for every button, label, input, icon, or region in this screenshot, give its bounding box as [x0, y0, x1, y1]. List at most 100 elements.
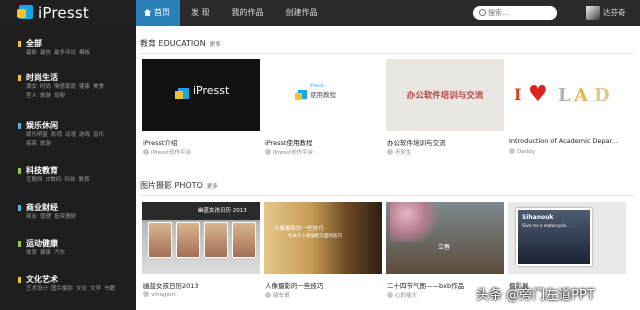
divider: [140, 53, 634, 54]
sidebar-subcategory-link[interactable]: 最多评论: [54, 50, 76, 56]
logo[interactable]: iPresst: [0, 0, 136, 26]
sidebar-category-title[interactable]: 文化艺术: [18, 275, 118, 285]
sidebar-subcategory-link[interactable]: 科技: [65, 177, 76, 183]
sidebar-subcategory-link[interactable]: 游戏: [79, 132, 90, 138]
card-thumbnail[interactable]: 人像摄影的一些技巧 有关于人像摄影方面的技巧: [264, 202, 382, 274]
sidebar-subcategory-link[interactable]: 艺术设计: [26, 286, 48, 292]
sidebar-subcategory-link[interactable]: 汽车: [54, 250, 65, 256]
author-name[interactable]: iPresst创作平台: [151, 150, 191, 156]
sidebar-subcategory-link[interactable]: 动漫: [65, 132, 76, 138]
ipresst-logo-icon: [17, 5, 33, 19]
sidebar-subcategory-link[interactable]: 时尚: [40, 84, 51, 90]
search-icon[interactable]: [479, 9, 486, 16]
sidebar-subcategory-link[interactable]: 最热: [40, 50, 51, 56]
more-link[interactable]: 更多: [210, 42, 221, 48]
card-thumbnail[interactable]: iPresst 使用教程: [264, 59, 382, 131]
sidebar-subcategory-link[interactable]: 旅游: [40, 93, 51, 99]
card-author: iPresst创作平台: [265, 148, 313, 156]
sidebar-subcategory-link[interactable]: 最新: [26, 50, 37, 56]
sidebar-category-title[interactable]: 娱乐休闲: [18, 121, 107, 131]
sidebar-subcategory-link[interactable]: 影视: [51, 132, 62, 138]
sidebar-category-title[interactable]: 科技教育: [18, 166, 93, 176]
author-name[interactable]: vmagent: [151, 292, 176, 298]
sidebar-subcategory-link[interactable]: 娱乐明星: [26, 132, 48, 138]
search-input[interactable]: [488, 7, 548, 19]
author-name[interactable]: Daddy: [517, 149, 535, 155]
author-avatar-icon: [387, 149, 393, 155]
card-thumbnail[interactable]: Sihanouk Give me a motorcycle...: [508, 202, 626, 274]
category-marker-icon: [18, 41, 21, 47]
more-link[interactable]: 更多: [207, 184, 218, 190]
sidebar-subcategory-link[interactable]: 图片摄影: [51, 286, 73, 292]
sidebar-subcategory-link[interactable]: 管理: [40, 214, 51, 220]
sidebar-subcategory-link[interactable]: 书籍: [104, 286, 115, 292]
card-title[interactable]: 人像摄影的一些技巧: [265, 280, 383, 290]
sidebar-category: 娱乐休闲娱乐明星 影视 动漫 游戏 音乐搞笑 旅游: [18, 121, 107, 149]
sidebar-subcategory-link[interactable]: 投资理财: [54, 214, 76, 220]
home-icon: [144, 9, 151, 16]
sidebar-subcategory-link[interactable]: 文学: [90, 286, 101, 292]
category-marker-icon: [18, 123, 21, 129]
card-thumbnail[interactable]: I ♥ L A D: [508, 59, 626, 131]
search-box: [473, 6, 557, 20]
sidebar-subcategory-link[interactable]: 搞笑: [26, 141, 37, 147]
sidebar-subcategories: 互联网 IT数码 科技 教育: [26, 176, 93, 185]
author-name[interactable]: 不安生: [395, 150, 412, 156]
sidebar-subcategory-link[interactable]: IT数码: [46, 177, 62, 183]
sidebar-subcategory-link[interactable]: 商业: [26, 214, 37, 220]
heart-icon: ♥: [528, 81, 548, 107]
nav-discover[interactable]: 发 现: [180, 0, 221, 26]
card-thumbnail[interactable]: 办公软件培训与交流: [386, 59, 504, 131]
sidebar-category: 科技教育 互联网 IT数码 科技 教育: [18, 166, 93, 185]
sidebar-subcategory-link[interactable]: 模板: [79, 50, 90, 56]
sidebar-subcategory-link[interactable]: 音乐: [93, 132, 104, 138]
thumb-subtext: 有关于人像摄影方面的技巧: [288, 234, 342, 239]
card-title[interactable]: iPresst使用教程: [265, 137, 383, 147]
author-name[interactable]: 骑车哥: [273, 293, 290, 299]
card-title[interactable]: 幽蓝女孩日历2013: [143, 280, 261, 290]
sidebar-subcategory-link[interactable]: 教育: [79, 177, 90, 183]
sidebar-subcategory-link[interactable]: 文化: [76, 286, 87, 292]
card-title[interactable]: 办公软件培训与交流: [387, 137, 505, 147]
sidebar-subcategories: 商业 管理 投资理财: [26, 213, 79, 222]
sidebar-category-title[interactable]: 时尚生活: [18, 73, 107, 83]
nav-my-works[interactable]: 我的作品: [221, 0, 275, 26]
sidebar-category: 时尚生活 潮女 时尚 情感家庭 健康 美食型人 旅游 母婴: [18, 73, 107, 101]
card-thumbnail[interactable]: iPresst: [142, 59, 260, 131]
sidebar-subcategory-link[interactable]: 母婴: [54, 93, 65, 99]
ipresst-logo-icon: [295, 90, 307, 100]
sidebar-subcategory-link[interactable]: 健康: [40, 250, 51, 256]
author-name[interactable]: iPresst创作平台: [273, 150, 313, 156]
card-author: 骑车哥: [265, 291, 290, 299]
nav-create-work[interactable]: 创建作品: [275, 0, 329, 26]
author-name[interactable]: 心的插大: [395, 293, 417, 299]
sidebar-subcategory-link[interactable]: 型人: [26, 93, 37, 99]
sidebar-subcategory-link[interactable]: 旅游: [40, 141, 51, 147]
sidebar-category-label: 娱乐休闲: [26, 121, 58, 130]
sidebar-subcategories: 体育 健康 汽车: [26, 249, 68, 258]
thumb-letter: A: [574, 85, 588, 106]
category-marker-icon: [18, 277, 21, 283]
sidebar-subcategory-link[interactable]: 健康: [79, 84, 90, 90]
sidebar-subcategory-link[interactable]: 情感家庭: [54, 84, 76, 90]
avatar[interactable]: [586, 6, 600, 20]
user-name[interactable]: 达芬奇: [603, 7, 626, 18]
top-bar: iPresst 首页 发 现 我的作品 创建作品 达芬奇: [0, 0, 640, 26]
sidebar-category-title[interactable]: 运动健康: [18, 239, 68, 249]
sidebar-subcategory-link[interactable]: 潮女: [26, 84, 37, 90]
card-title[interactable]: Introduction of Academic Depar...: [509, 137, 627, 145]
thumb-subtext: iPresst: [310, 83, 324, 88]
card-author: Daddy: [509, 148, 535, 155]
sidebar-category-title[interactable]: 全部: [18, 39, 93, 49]
sidebar: 全部 最新 最热 最多评论 模板 时尚生活 潮女 时尚 情感家庭 健康 美食 型人 旅游 母婴 娱乐休闲 娱乐…: [0, 26, 136, 310]
nav-home[interactable]: 首页: [136, 0, 180, 26]
sidebar-subcategory-link[interactable]: 体育: [26, 250, 37, 256]
card-thumbnail[interactable]: 立春: [386, 202, 504, 274]
sidebar-category-title[interactable]: 商业财经: [18, 203, 79, 213]
sidebar-subcategory-link[interactable]: 互联网: [26, 177, 43, 183]
category-marker-icon: [18, 205, 21, 211]
sidebar-subcategory-link[interactable]: 美食: [93, 84, 104, 90]
card-thumbnail[interactable]: 幽蓝女孩日历 2013: [142, 202, 260, 274]
sidebar-category: 运动健康 体育 健康 汽车: [18, 239, 68, 258]
card-title[interactable]: iPresst介绍: [143, 137, 261, 147]
